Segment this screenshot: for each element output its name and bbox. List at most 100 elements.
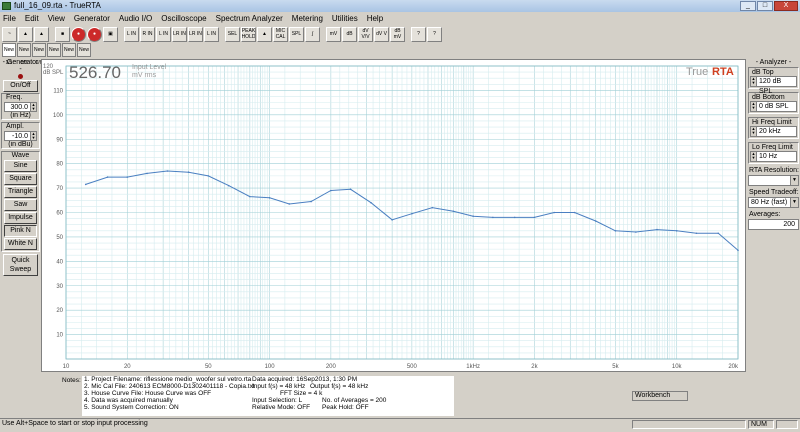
wave-white-noise-button[interactable]: White N: [4, 238, 37, 250]
mic-cal-button[interactable]: MIC CAL: [273, 26, 288, 42]
lo-freq-spinner-icon[interactable]: ▲ ▼: [751, 152, 757, 161]
averages-field[interactable]: 200: [748, 219, 799, 230]
spl-button[interactable]: SPL: [289, 26, 304, 42]
help-icon[interactable]: ?: [411, 26, 426, 42]
spectrum-data-point: [533, 216, 536, 219]
bars-icon[interactable]: ▲: [257, 26, 272, 42]
l-in-alt-button[interactable]: L IN: [156, 26, 171, 42]
spectrum-icon[interactable]: ▲: [18, 26, 33, 42]
waveform-icon[interactable]: ~: [2, 26, 17, 42]
wave-pink-noise-button[interactable]: Pink N: [4, 225, 37, 237]
minimize-button[interactable]: _: [740, 1, 756, 11]
generator-title: - Generator -: [2, 59, 39, 73]
spectrum-data-point: [166, 170, 169, 172]
db-mv-button[interactable]: dB mV: [390, 26, 405, 42]
maximize-button[interactable]: □: [757, 1, 773, 11]
record-button[interactable]: ●: [71, 26, 86, 42]
sel-button[interactable]: SEL: [225, 26, 240, 42]
peak-hold-button[interactable]: PEAK HOLD: [241, 26, 256, 42]
analyzer-title: - Analyzer -: [755, 59, 792, 66]
quick-sweep-button[interactable]: Quick Sweep: [3, 254, 38, 276]
spectrum-data-point: [126, 176, 129, 178]
lr-in-alt-button[interactable]: LR IN: [188, 26, 203, 42]
stop-button[interactable]: ■: [55, 26, 70, 42]
lr-in-button[interactable]: LR IN: [172, 26, 187, 42]
clear-button[interactable]: ▣: [103, 26, 118, 42]
db-button[interactable]: dB: [342, 26, 357, 42]
menu-oscilloscope[interactable]: Oscilloscope: [161, 13, 206, 25]
ampl-label: Ampl.: [6, 123, 24, 130]
db-top-field[interactable]: ▲ ▼ 120 dB SPL: [750, 76, 797, 95]
context-help-icon[interactable]: ?: [427, 26, 442, 42]
spectrum-data-point: [268, 197, 271, 199]
db-top-group: dB Top ▲ ▼ 120 dB SPL: [748, 67, 799, 95]
workbench-tab[interactable]: Workbench: [632, 391, 688, 401]
on-off-button[interactable]: On/Off: [3, 80, 38, 92]
notes-box[interactable]: 1. Project Filename: riflessione medio_w…: [82, 376, 454, 416]
spectrum-data-point: [187, 171, 190, 174]
view-tab-5[interactable]: New 1/24: [62, 43, 76, 66]
ampl-spinner-icon[interactable]: ▲ ▼: [30, 132, 36, 140]
dv-vv-button[interactable]: dV V/V: [358, 26, 373, 42]
spectrum-data-point: [330, 189, 332, 192]
menu-spectrum-analyzer[interactable]: Spectrum Analyzer: [216, 13, 283, 25]
view-tab-4[interactable]: New 1/12: [47, 43, 61, 66]
lo-freq-field[interactable]: ▲ ▼ 10 Hz: [750, 151, 797, 162]
analyzer-panel: - Analyzer - dB Top ▲ ▼ 120 dB SPL dB Bott…: [747, 59, 800, 372]
hi-freq-spinner-icon[interactable]: ▲ ▼: [751, 127, 757, 136]
notes-label: Notes:: [62, 377, 81, 384]
menu-utilities[interactable]: Utilities: [332, 13, 358, 25]
ampl-unit: (in dBu): [8, 141, 33, 148]
view-tab-2[interactable]: New 1/3: [17, 43, 31, 66]
menu-file[interactable]: File: [3, 13, 16, 25]
db-bottom-spinner-icon[interactable]: ▲ ▼: [751, 102, 757, 111]
y-tick-label: 110: [53, 88, 63, 94]
ampl-field[interactable]: -10.0 ▲ ▼: [4, 131, 37, 141]
spectrum-data-point: [492, 216, 494, 219]
x-tick-label: 500: [407, 364, 418, 370]
wave-square-button[interactable]: Square: [4, 173, 37, 185]
speed-tradeoff-value: 80 Hz (fast): [751, 199, 788, 206]
db-top-spinner-icon[interactable]: ▲ ▼: [751, 77, 757, 86]
hi-freq-field[interactable]: ▲ ▼ 20 kHz: [750, 126, 797, 137]
rta-resolution-select[interactable]: ▼: [748, 175, 799, 186]
wave-sine-button[interactable]: Sine: [4, 160, 37, 172]
wave-saw-button[interactable]: Saw: [4, 199, 37, 211]
freq-spinner-icon[interactable]: ▲ ▼: [30, 103, 36, 111]
view-tab-3[interactable]: New 1/6: [32, 43, 46, 66]
speed-tradeoff-select[interactable]: 80 Hz (fast) ▼: [748, 197, 799, 208]
notes-line: 2. Mic Cal File: 240613 ECM8000-D1302401…: [84, 383, 369, 390]
freq-field[interactable]: 300.0 ▲ ▼: [4, 102, 37, 112]
close-button[interactable]: X: [774, 1, 798, 11]
truerta-window: full_16_09.rta - TrueRTA _ □ X File Edit…: [0, 0, 800, 432]
menu-audio-io[interactable]: Audio I/O: [119, 13, 152, 25]
speed-tradeoff-chevron-icon[interactable]: ▼: [790, 198, 798, 207]
rta-resolution-chevron-icon[interactable]: ▼: [790, 176, 798, 185]
dv-v-button[interactable]: dV V: [374, 26, 389, 42]
view-toolbar: New 1/1 New 1/3 New 1/6 New 1/12 New 1/2…: [2, 43, 91, 66]
ampl-group: Ampl. -10.0 ▲ ▼ (in dBu): [1, 122, 40, 149]
view-tab-1[interactable]: New 1/1: [2, 43, 16, 66]
l-in-sel-button[interactable]: L IN: [204, 26, 219, 42]
brand-true: True: [686, 66, 708, 78]
menu-metering[interactable]: Metering: [292, 13, 323, 25]
db-bottom-field[interactable]: ▲ ▼ 0 dB SPL: [750, 101, 797, 112]
spectrum-data-point: [310, 200, 312, 203]
menu-edit[interactable]: Edit: [25, 13, 39, 25]
integral-button[interactable]: ∫: [305, 26, 320, 42]
wave-impulse-button[interactable]: Impulse: [4, 212, 37, 224]
mv-button[interactable]: mV: [326, 26, 341, 42]
go-button[interactable]: ●: [87, 26, 102, 42]
spectrum-data-point: [472, 215, 474, 217]
view-tab-6[interactable]: New 1/48: [77, 43, 91, 66]
generator-led-icon: [18, 74, 23, 79]
r-in-button[interactable]: R IN: [140, 26, 155, 42]
x-tick-label: 1kHz: [466, 364, 480, 370]
l-in-button[interactable]: L IN: [124, 26, 139, 42]
menu-generator[interactable]: Generator: [74, 13, 110, 25]
menu-help[interactable]: Help: [367, 13, 383, 25]
notes-line: 3. House Curve File: House Curve was OFF…: [84, 390, 323, 397]
menu-view[interactable]: View: [48, 13, 65, 25]
spectrum-alt-icon[interactable]: ▲: [34, 26, 49, 42]
wave-triangle-button[interactable]: Triangle: [4, 186, 37, 198]
